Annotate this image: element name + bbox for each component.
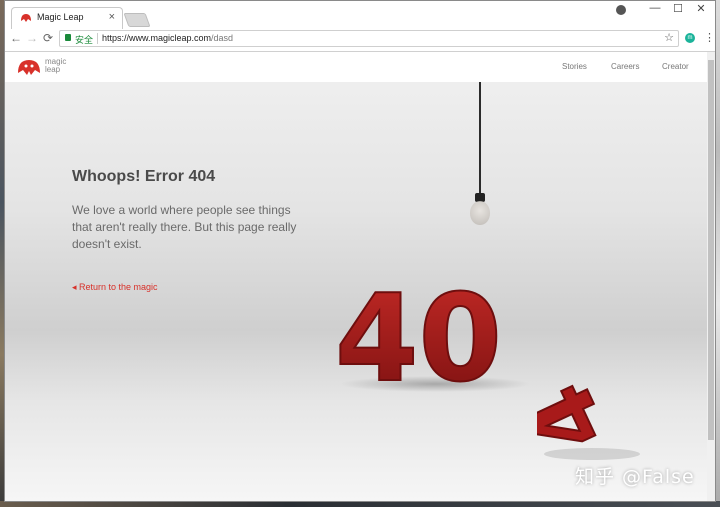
forward-button[interactable]: →	[25, 31, 39, 45]
url-base: https://www.magicleap.com	[102, 33, 212, 43]
return-to-magic-link[interactable]: ◂ Return to the magic	[72, 282, 158, 293]
nav-careers[interactable]: Careers	[611, 62, 639, 71]
tab-close-icon[interactable]: ×	[109, 11, 115, 23]
error-graphic-digits: 40	[335, 272, 502, 392]
bookmark-star-icon[interactable]: ☆	[664, 31, 674, 44]
url-text[interactable]: https://www.magicleap.com/dasd	[102, 33, 233, 43]
profile-icon[interactable]	[616, 5, 626, 15]
lamp-cord	[479, 82, 481, 194]
nav-creator[interactable]: Creator	[662, 62, 689, 71]
browser-menu-icon[interactable]: ⋮	[704, 31, 715, 44]
minimize-button[interactable]: —	[645, 2, 665, 14]
error-404-graphic: 40	[335, 272, 530, 392]
tab-strip: Magic Leap × — ☐ ✕	[5, 1, 715, 29]
error-headline: Whoops! Error 404	[72, 168, 216, 185]
lightbulb-icon	[470, 201, 490, 225]
extension-icon[interactable]: m	[685, 33, 695, 43]
scrollbar-thumb[interactable]	[708, 60, 714, 440]
reload-button[interactable]: ⟳	[41, 31, 55, 45]
magic-leap-favicon-icon	[21, 14, 31, 22]
secure-label: 安全	[75, 35, 94, 45]
url-path: /dasd	[211, 33, 234, 43]
maximize-button[interactable]: ☐	[668, 2, 688, 15]
close-window-button[interactable]: ✕	[691, 2, 711, 15]
tab-title: Magic Leap	[37, 12, 84, 22]
browser-window: Magic Leap × — ☐ ✕ ← → ⟳ 安全 https://www.…	[4, 0, 716, 502]
magic-leap-logo-icon[interactable]	[17, 58, 41, 76]
logo-wordmark[interactable]: magic leap	[45, 58, 66, 74]
fallen-four-graphic: 4	[537, 372, 640, 462]
new-tab-button[interactable]	[123, 13, 151, 27]
tab-magic-leap[interactable]: Magic Leap ×	[11, 7, 123, 29]
address-separator	[97, 33, 98, 44]
site-header: magic leap Stories Careers Creator	[5, 52, 707, 82]
lock-icon	[65, 34, 71, 41]
back-button[interactable]: ←	[9, 31, 23, 45]
page-content: magic leap Stories Careers Creator Whoop…	[5, 52, 707, 501]
error-description: We love a world where people see things …	[72, 203, 297, 251]
nav-stories[interactable]: Stories	[562, 62, 587, 71]
address-bar[interactable]: 安全 https://www.magicleap.com/dasd ☆	[59, 30, 679, 47]
page-scrollbar[interactable]	[707, 52, 715, 501]
zhihu-watermark: 知乎 @False	[575, 466, 695, 488]
browser-toolbar: ← → ⟳ 安全 https://www.magicleap.com/dasd …	[5, 29, 715, 52]
logo-line-2: leap	[45, 65, 61, 74]
